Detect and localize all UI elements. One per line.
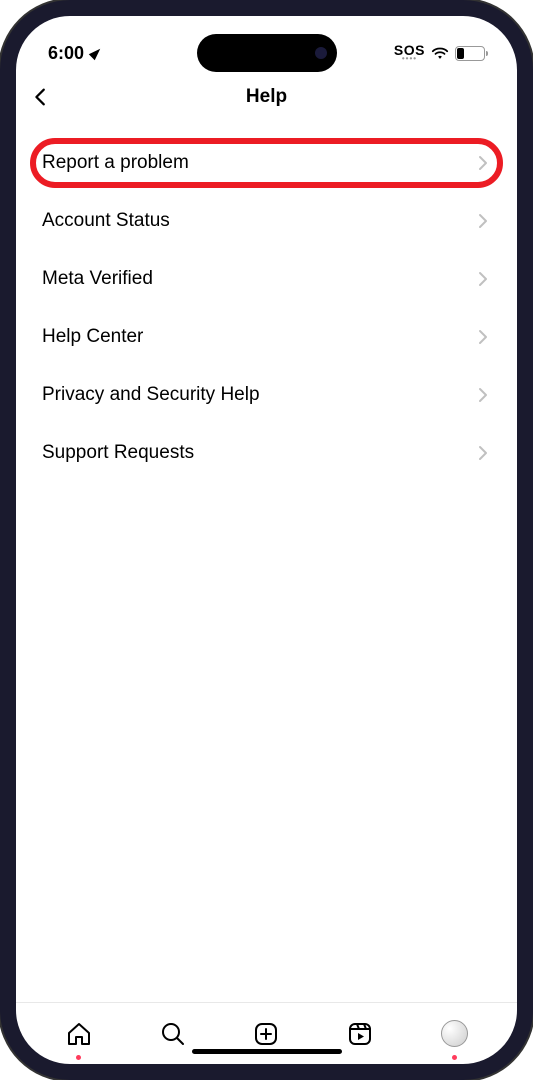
tab-profile[interactable] (407, 1003, 501, 1064)
menu-item-privacy-security-help[interactable]: Privacy and Security Help (16, 366, 517, 424)
tab-create[interactable] (220, 1003, 314, 1064)
chevron-right-icon (475, 213, 491, 229)
chevron-right-icon (475, 387, 491, 403)
menu-item-label: Support Requests (42, 442, 194, 464)
phone-screen: 6:00 SOS •••• 27 (16, 16, 517, 1064)
menu-item-report-problem[interactable]: Report a problem (16, 134, 517, 192)
tab-search[interactable] (126, 1003, 220, 1064)
menu-item-label: Report a problem (42, 152, 189, 174)
battery-percent: 27 (464, 48, 475, 59)
menu-item-label: Meta Verified (42, 268, 153, 290)
notification-dot (452, 1055, 457, 1060)
status-time: 6:00 (48, 43, 84, 64)
menu-item-support-requests[interactable]: Support Requests (16, 424, 517, 482)
chevron-right-icon (475, 155, 491, 171)
status-right: SOS •••• 27 (394, 43, 485, 63)
tab-reels[interactable] (313, 1003, 407, 1064)
phone-frame: 6:00 SOS •••• 27 (0, 0, 533, 1080)
page-title: Help (246, 86, 287, 108)
location-arrow-icon (89, 46, 103, 60)
reels-icon (347, 1021, 373, 1047)
notification-dot (76, 1055, 81, 1060)
dynamic-island (197, 34, 337, 72)
chevron-right-icon (475, 445, 491, 461)
menu-item-label: Privacy and Security Help (42, 384, 260, 406)
menu-item-account-status[interactable]: Account Status (16, 192, 517, 250)
menu-item-meta-verified[interactable]: Meta Verified (16, 250, 517, 308)
home-indicator[interactable] (192, 1049, 342, 1054)
wifi-icon (431, 46, 449, 60)
search-icon (160, 1021, 186, 1047)
menu-item-label: Account Status (42, 210, 170, 232)
chevron-right-icon (475, 271, 491, 287)
tab-home[interactable] (32, 1003, 126, 1064)
back-button[interactable] (30, 77, 70, 117)
content-area: Report a problem Account Status Meta Ver… (16, 122, 517, 1002)
battery-icon: 27 (455, 46, 485, 61)
status-left: 6:00 (48, 43, 102, 64)
tab-bar (16, 1002, 517, 1064)
sos-indicator: SOS •••• (394, 43, 425, 63)
home-icon (66, 1021, 92, 1047)
chevron-left-icon (30, 86, 52, 108)
chevron-right-icon (475, 329, 491, 345)
profile-avatar-icon (441, 1020, 468, 1047)
nav-header: Help (16, 72, 517, 122)
menu-item-label: Help Center (42, 326, 143, 348)
plus-square-icon (253, 1021, 279, 1047)
menu-item-help-center[interactable]: Help Center (16, 308, 517, 366)
